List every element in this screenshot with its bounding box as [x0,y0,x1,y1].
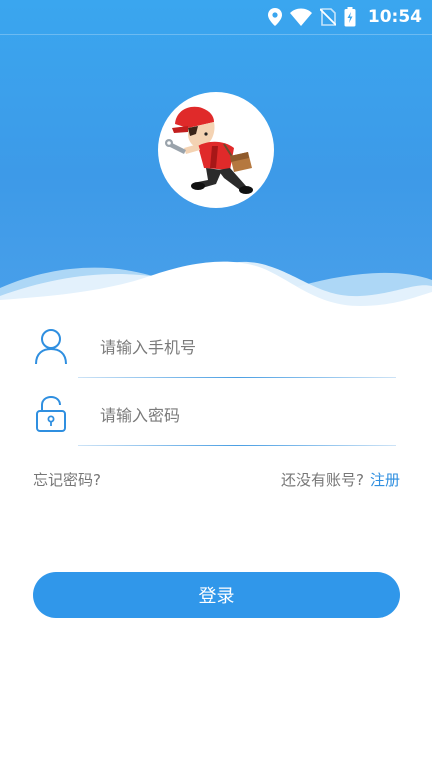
status-bar-time: 10:54 [367,7,422,27]
register-link[interactable]: 注册 [370,469,400,490]
status-bar-divider [0,34,432,35]
phone-input-underline [78,377,396,378]
phone-field-group [34,322,400,378]
no-sim-icon [319,7,336,27]
forgot-password-link[interactable]: 忘记密码? [33,469,101,490]
avatar [158,92,274,208]
location-icon [267,7,282,27]
phone-input[interactable] [100,330,390,364]
mechanic-mascot-icon [165,106,253,194]
battery-charging-icon [344,7,356,27]
password-field-group [34,390,400,446]
register-prompt: 还没有账号? 注册 [281,469,400,490]
status-bar: 10:54 [0,0,432,34]
user-icon [34,326,68,366]
no-account-text: 还没有账号? [281,470,364,489]
password-input-underline [78,445,396,446]
header-banner: 10:54 [0,0,432,320]
login-button[interactable]: 登录 [33,572,400,618]
wifi-icon [289,7,312,27]
lock-icon [34,394,68,434]
password-input[interactable] [100,398,390,432]
auth-links-row: 忘记密码? 还没有账号? 注册 [33,466,400,492]
